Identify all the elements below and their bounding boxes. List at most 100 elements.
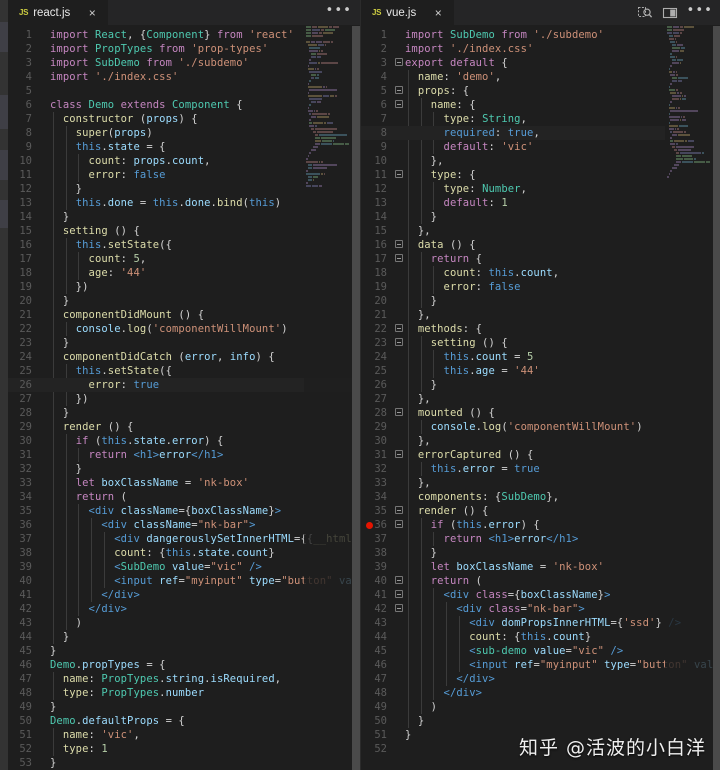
line-number: 46	[374, 659, 387, 671]
close-icon[interactable]: ×	[431, 7, 445, 19]
line-number: 18	[19, 267, 32, 279]
activity-bar-block	[0, 22, 8, 52]
line-number: 45	[374, 645, 387, 657]
line-number: 29	[374, 421, 387, 433]
line-number: 33	[19, 477, 32, 489]
line-number: 47	[374, 673, 387, 685]
line-number: 52	[19, 743, 32, 755]
line-number: 9	[25, 141, 32, 153]
tab-react-js[interactable]: JS react.js ×	[8, 0, 110, 25]
fold-toggle-icon[interactable]	[393, 322, 405, 336]
line-number: 39	[19, 561, 32, 573]
line-number: 8	[25, 127, 32, 139]
line-number: 16	[19, 239, 32, 251]
line-number: 6	[25, 99, 32, 111]
line-number: 50	[374, 715, 387, 727]
line-number: 11	[374, 169, 387, 181]
line-number: 36	[19, 519, 32, 531]
fold-toggle-icon[interactable]	[393, 238, 405, 252]
line-number: 22	[374, 323, 387, 335]
line-number: 37	[19, 533, 32, 545]
fold-toggle-icon[interactable]	[393, 602, 405, 616]
split-editor-icon[interactable]	[662, 5, 678, 21]
line-number: 3	[380, 57, 387, 69]
fold-toggle-icon[interactable]	[393, 588, 405, 602]
fold-toggle-icon[interactable]	[393, 406, 405, 420]
line-number: 4	[25, 71, 32, 83]
line-number: 8	[380, 127, 387, 139]
scrollbar-thumb[interactable]	[713, 26, 720, 770]
line-number: 18	[374, 267, 387, 279]
line-number: 7	[380, 113, 387, 125]
fold-toggle-icon[interactable]	[393, 336, 405, 350]
line-number: 26	[374, 379, 387, 391]
line-number: 19	[19, 281, 32, 293]
line-number: 35	[374, 505, 387, 517]
line-number: 30	[374, 435, 387, 447]
fold-toggle-icon[interactable]	[393, 84, 405, 98]
activity-bar-block	[0, 200, 8, 228]
minimap-right[interactable]	[665, 26, 713, 770]
line-number: 41	[374, 589, 387, 601]
line-number: 34	[19, 491, 32, 503]
line-number: 2	[380, 43, 387, 55]
code-editor-right[interactable]: 1 import SubDemo from './subdemo' 2 import …	[361, 26, 720, 770]
vscode-window: JS react.js × ••• 1 import React, {Compon…	[0, 0, 720, 770]
fold-toggle-icon[interactable]	[393, 574, 405, 588]
line-number: 15	[19, 225, 32, 237]
line-number: 32	[374, 463, 387, 475]
open-preview-to-side-icon[interactable]	[637, 5, 653, 21]
fold-toggle-icon[interactable]	[393, 168, 405, 182]
minimap-left[interactable]	[304, 26, 352, 770]
line-number: 12	[19, 183, 32, 195]
line-number: 23	[19, 337, 32, 349]
line-number: 43	[374, 617, 387, 629]
line-number: 25	[19, 365, 32, 377]
fold-toggle-icon[interactable]	[393, 56, 405, 70]
code-editor-left[interactable]: 1 import React, {Component} from 'react' 2…	[8, 26, 360, 770]
line-number: 7	[25, 113, 32, 125]
line-number: 1	[380, 29, 387, 41]
tab-label: react.js	[33, 6, 71, 19]
fold-toggle-icon[interactable]	[393, 518, 405, 532]
line-number: 38	[374, 547, 387, 559]
fold-toggle-icon[interactable]	[393, 504, 405, 518]
line-number: 28	[19, 407, 32, 419]
line-number: 52	[374, 743, 387, 755]
line-number: 20	[374, 295, 387, 307]
scrollbar-thumb[interactable]	[352, 26, 360, 770]
line-number: 51	[19, 729, 32, 741]
line-number: 44	[374, 631, 387, 643]
editor-group-right: JS vue.js × ••• 1 import SubDemo from '.…	[361, 0, 720, 770]
line-number: 46	[19, 659, 32, 671]
close-icon[interactable]: ×	[85, 7, 99, 19]
line-number: 23	[374, 337, 387, 349]
line-number: 21	[374, 309, 387, 321]
line-number: 33	[374, 477, 387, 489]
more-actions-icon[interactable]: •••	[687, 4, 713, 21]
line-number: 26	[19, 379, 32, 391]
vertical-scrollbar-left[interactable]	[352, 26, 360, 770]
tab-vue-js[interactable]: JS vue.js ×	[361, 0, 456, 25]
line-number: 4	[380, 71, 387, 83]
fold-toggle-icon[interactable]	[393, 252, 405, 266]
more-actions-icon[interactable]: •••	[326, 4, 352, 21]
line-number: 44	[19, 631, 32, 643]
breakpoint-icon[interactable]	[366, 522, 373, 529]
line-number: 30	[19, 435, 32, 447]
fold-toggle-icon[interactable]	[393, 448, 405, 462]
line-number: 35	[19, 505, 32, 517]
line-number: 2	[25, 43, 32, 55]
line-number: 6	[380, 99, 387, 111]
line-number: 20	[19, 295, 32, 307]
line-number: 25	[374, 365, 387, 377]
line-number: 42	[19, 603, 32, 615]
line-number: 22	[19, 323, 32, 335]
line-number: 37	[374, 533, 387, 545]
js-file-icon: JS	[372, 8, 382, 17]
fold-toggle-icon[interactable]	[393, 98, 405, 112]
line-number: 10	[19, 155, 32, 167]
line-number: 17	[374, 253, 387, 265]
vertical-scrollbar-right[interactable]	[713, 26, 720, 770]
line-number: 48	[374, 687, 387, 699]
